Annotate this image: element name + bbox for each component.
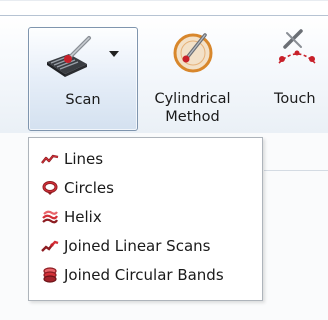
menu-item-label: Joined Circular Bands (64, 266, 224, 284)
menu-item-label: Circles (64, 179, 114, 197)
scan-button[interactable]: Scan (28, 27, 138, 131)
menu-item-label: Lines (64, 150, 104, 168)
lines-icon (39, 151, 61, 167)
menu-item-lines[interactable]: Lines (39, 147, 261, 171)
touch-button-label: Touch (274, 91, 316, 107)
touch-icon (275, 29, 319, 79)
scan-button-label: Scan (65, 92, 101, 108)
cylindrical-method-label: Cylindrical Method (140, 90, 245, 126)
joined-linear-scans-icon (39, 238, 61, 254)
joined-circular-bands-icon (39, 267, 61, 283)
menu-item-circles[interactable]: Circles (39, 176, 261, 200)
cylindrical-method-label-line2: Method (165, 109, 220, 125)
menu-item-joined-linear-scans[interactable]: Joined Linear Scans (39, 234, 261, 258)
ribbon-toolbar: Scan Cylindrical Method Touch (0, 15, 328, 134)
scan-icon (43, 34, 101, 84)
menu-item-joined-circular-bands[interactable]: Joined Circular Bands (39, 263, 261, 287)
menu-item-label: Helix (64, 208, 102, 226)
scan-dropdown-menu: Lines Circles Helix Joined Linear Scans … (28, 137, 263, 301)
ribbon-group-divider (264, 170, 328, 171)
menu-item-label: Joined Linear Scans (64, 237, 211, 255)
chevron-down-icon (109, 42, 119, 61)
cylindrical-method-icon (171, 29, 217, 79)
menu-item-helix[interactable]: Helix (39, 205, 261, 229)
helix-icon (39, 209, 61, 225)
cylindrical-method-button[interactable]: Cylindrical Method (140, 27, 245, 131)
cylindrical-method-label-line1: Cylindrical (154, 91, 231, 107)
top-border (0, 0, 328, 1)
circles-icon (39, 180, 61, 196)
touch-button[interactable]: Touch (250, 27, 328, 131)
